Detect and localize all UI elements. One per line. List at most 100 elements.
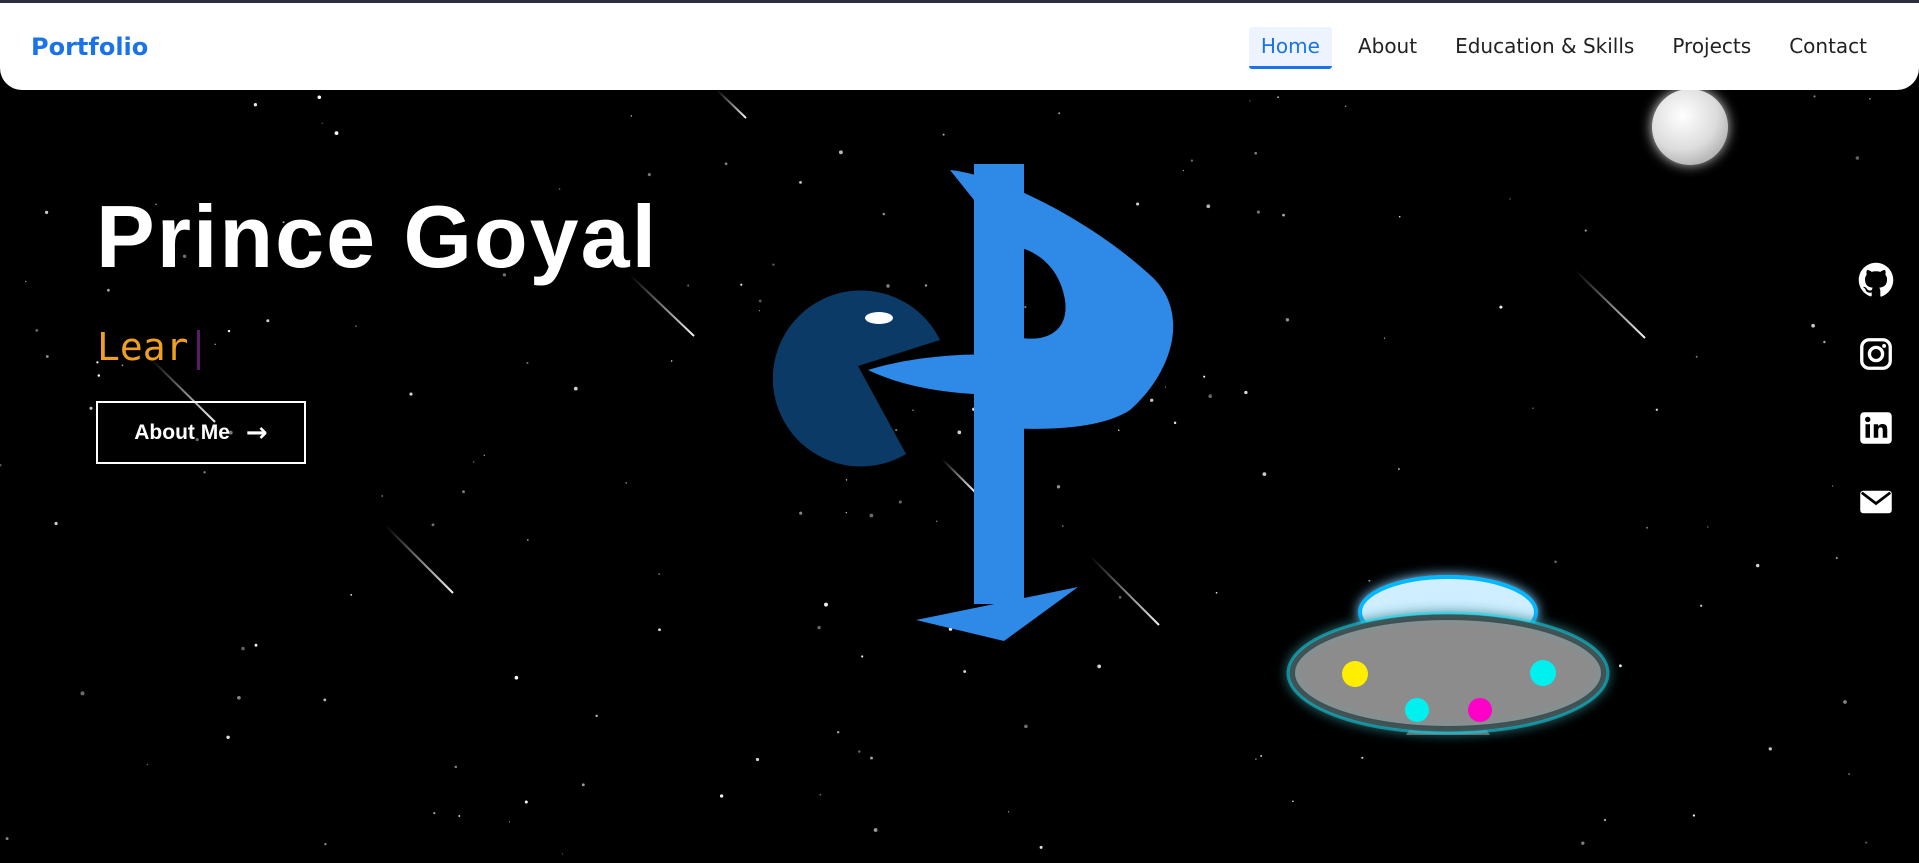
star <box>1855 156 1860 160</box>
star <box>107 288 110 292</box>
star <box>514 675 519 680</box>
star <box>758 299 762 303</box>
star <box>1473 653 1477 657</box>
shooting-star <box>941 458 976 493</box>
star <box>409 392 413 396</box>
star <box>1206 204 1211 209</box>
star <box>799 180 802 184</box>
star <box>317 95 322 100</box>
star <box>957 430 962 435</box>
nav-item-contact[interactable]: Contact <box>1777 27 1879 69</box>
star <box>1249 100 1251 102</box>
nav-item-about[interactable]: About <box>1346 27 1429 69</box>
star <box>772 263 775 266</box>
star <box>1007 811 1010 813</box>
envelope-icon[interactable] <box>1858 484 1894 520</box>
star <box>817 625 821 630</box>
instagram-icon[interactable] <box>1858 336 1894 372</box>
star <box>870 756 873 760</box>
star <box>1835 556 1838 560</box>
star <box>886 284 890 288</box>
star <box>5 837 9 841</box>
star <box>1058 112 1061 115</box>
star <box>1695 355 1698 358</box>
star <box>1499 305 1503 309</box>
star <box>836 730 840 734</box>
star <box>724 162 728 166</box>
star <box>1024 306 1027 309</box>
github-icon[interactable] <box>1858 262 1894 298</box>
shooting-stars <box>149 89 1646 626</box>
star <box>1813 95 1816 98</box>
star <box>321 122 323 125</box>
star <box>1124 406 1127 409</box>
star <box>1215 591 1218 594</box>
star <box>24 280 27 283</box>
star <box>935 520 938 522</box>
star <box>755 757 760 762</box>
star <box>89 406 93 410</box>
star <box>214 343 216 346</box>
star <box>1811 323 1815 328</box>
typed-text-value: Lear <box>97 325 189 369</box>
star <box>963 670 967 673</box>
pacman-icon <box>772 290 940 467</box>
star <box>895 428 898 432</box>
brand-logo[interactable]: Portfolio <box>31 33 148 61</box>
star <box>658 573 660 575</box>
star <box>824 602 828 607</box>
star <box>1039 845 1043 849</box>
navbar: Portfolio Home About Education & Skills … <box>0 3 1919 90</box>
star <box>1554 560 1557 564</box>
star <box>1707 526 1709 528</box>
star <box>1519 620 1522 623</box>
star <box>1619 664 1622 668</box>
star <box>1383 337 1386 339</box>
star <box>1292 800 1294 803</box>
star <box>146 763 149 766</box>
star <box>462 490 465 494</box>
about-me-button[interactable]: About Me → <box>96 401 306 464</box>
star <box>1255 758 1257 761</box>
star <box>1277 96 1279 99</box>
star <box>527 539 529 541</box>
star <box>1692 814 1696 817</box>
star <box>1254 151 1257 155</box>
star <box>581 783 585 787</box>
typed-text: Lear <box>97 325 200 370</box>
star <box>1282 213 1285 217</box>
star <box>1361 756 1364 759</box>
main-nav: Home About Education & Skills Projects C… <box>1248 27 1879 69</box>
star <box>1173 421 1177 425</box>
star <box>237 695 241 700</box>
star <box>1768 747 1772 751</box>
star <box>1203 375 1206 378</box>
shooting-star <box>1089 555 1160 626</box>
star <box>687 284 690 287</box>
moon <box>1652 89 1728 165</box>
star <box>1244 390 1248 395</box>
star <box>454 765 458 769</box>
nav-item-home[interactable]: Home <box>1248 27 1332 69</box>
star <box>819 793 822 796</box>
star <box>1062 525 1064 527</box>
star <box>526 361 529 365</box>
star <box>1593 661 1597 665</box>
star <box>45 355 49 358</box>
star <box>1044 345 1046 347</box>
star <box>381 494 384 498</box>
p-logo-icon <box>868 164 1174 641</box>
star <box>45 210 49 214</box>
nav-item-education-skills[interactable]: Education & Skills <box>1443 27 1646 69</box>
star <box>1581 841 1585 845</box>
star <box>1843 700 1847 704</box>
linkedin-icon[interactable] <box>1858 410 1894 446</box>
star <box>670 360 673 362</box>
star <box>227 329 231 333</box>
nav-item-projects[interactable]: Projects <box>1660 27 1763 69</box>
star <box>80 691 85 696</box>
star <box>1848 773 1851 775</box>
star <box>898 500 902 504</box>
star <box>561 853 564 855</box>
star <box>458 815 461 817</box>
